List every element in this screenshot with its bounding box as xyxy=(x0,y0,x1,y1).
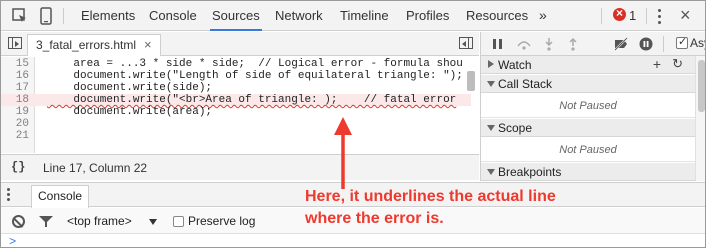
code-line[interactable]: 16 document.write("Length of side of equ… xyxy=(1,70,471,82)
refresh-watch-icon[interactable]: ↻ xyxy=(672,55,683,73)
code-text: document.write("Length of side of equila… xyxy=(47,70,463,82)
scrollbar-thumb[interactable] xyxy=(698,60,705,112)
line-number[interactable]: 20 xyxy=(1,118,29,130)
debugger-scrollbar[interactable] xyxy=(695,56,705,181)
preserve-log-label: Preserve log xyxy=(188,214,256,228)
editor-scrollbar[interactable] xyxy=(467,71,475,91)
editor-tab-bar: 3_fatal_errors.html × xyxy=(1,32,479,56)
debugger-sidebar: Async Watch + ↻ Call Stack Not Paused Sc… xyxy=(480,32,705,181)
call-stack-status: Not Paused xyxy=(481,94,695,118)
dropdown-arrow-icon[interactable] xyxy=(149,219,157,225)
section-label: Breakpoints xyxy=(498,165,562,179)
expand-triangle-icon xyxy=(487,81,495,87)
error-icon[interactable] xyxy=(613,6,626,21)
frame-select[interactable]: <top frame> xyxy=(67,214,132,228)
preserve-log-checkbox[interactable] xyxy=(173,216,184,227)
line-number[interactable]: 18 xyxy=(1,94,29,106)
expand-triangle-icon xyxy=(487,169,495,175)
main-toolbar: Elements Console Sources Network Timelin… xyxy=(1,1,705,31)
tab-console[interactable]: Console xyxy=(147,1,199,30)
tab-network[interactable]: Network xyxy=(273,1,325,30)
section-watch[interactable]: Watch + ↻ xyxy=(481,56,695,74)
pretty-print-icon[interactable]: {} xyxy=(11,160,25,174)
code-line[interactable]: 21 xyxy=(1,130,471,142)
toolbar-divider xyxy=(663,36,664,52)
close-file-icon[interactable]: × xyxy=(144,37,152,52)
async-label: Async xyxy=(690,36,705,50)
drawer-menu-icon[interactable] xyxy=(7,188,11,202)
expand-triangle-icon xyxy=(487,125,495,131)
error-count[interactable]: 1 xyxy=(629,1,636,30)
section-breakpoints[interactable]: Breakpoints xyxy=(481,163,695,181)
expand-triangle-icon xyxy=(488,60,494,68)
line-number[interactable]: 21 xyxy=(1,130,29,142)
step-over-icon[interactable] xyxy=(516,36,532,52)
section-label: Watch xyxy=(498,58,532,72)
code-editor[interactable]: 15 area = ...3 * side * side; // Logical… xyxy=(1,57,479,153)
toolbar-divider xyxy=(646,8,647,24)
tab-elements[interactable]: Elements xyxy=(79,1,137,30)
cursor-position: Line 17, Column 22 xyxy=(43,161,148,175)
tab-sources[interactable]: Sources xyxy=(210,1,262,31)
section-label: Scope xyxy=(498,121,533,135)
file-tab-label: 3_fatal_errors.html xyxy=(36,38,137,52)
code-line[interactable]: 15 area = ...3 * side * side; // Logical… xyxy=(1,58,471,70)
step-into-icon[interactable] xyxy=(541,36,557,52)
line-number[interactable]: 15 xyxy=(1,58,29,70)
toolbar-divider xyxy=(601,8,602,24)
pause-icon[interactable] xyxy=(490,36,506,52)
filter-icon[interactable] xyxy=(39,216,53,227)
tab-resources[interactable]: Resources xyxy=(464,1,530,30)
error-code-line[interactable]: 18 document.write("<br>Area of triangle:… xyxy=(1,94,471,106)
editor-status-bar: {} Line 17, Column 22 xyxy=(1,154,479,180)
toggle-debugger-icon[interactable] xyxy=(459,37,473,49)
debugger-controls: Async xyxy=(481,32,705,56)
code-text: area = ...3 * side * side; // Logical er… xyxy=(47,58,463,70)
annotation-text: Here, it underlines the actual line wher… xyxy=(305,188,556,227)
code-text: document.write(area); xyxy=(47,106,213,118)
section-call-stack[interactable]: Call Stack xyxy=(481,75,695,93)
step-out-icon[interactable] xyxy=(565,36,581,52)
scope-status: Not Paused xyxy=(481,138,695,162)
toolbar-divider xyxy=(63,8,64,24)
file-tab[interactable]: 3_fatal_errors.html × xyxy=(27,34,161,56)
more-tabs-chevron-icon[interactable]: » xyxy=(539,1,547,30)
deactivate-breakpoints-icon[interactable] xyxy=(613,36,629,52)
line-number[interactable]: 17 xyxy=(1,82,29,94)
code-line[interactable]: 19 document.write(area); xyxy=(1,106,471,118)
tab-timeline[interactable]: Timeline xyxy=(338,1,391,30)
line-number[interactable]: 19 xyxy=(1,106,29,118)
toggle-navigator-icon[interactable] xyxy=(8,37,22,49)
clear-console-icon[interactable] xyxy=(12,215,25,228)
async-checkbox[interactable] xyxy=(676,35,688,49)
device-mode-icon[interactable] xyxy=(37,7,55,25)
drawer-tab-console[interactable]: Console xyxy=(31,185,90,208)
code-text: document.write(side); xyxy=(47,82,213,94)
code-text: document.write("<br>Area of triangle: );… xyxy=(47,94,457,106)
code-line[interactable]: 20 xyxy=(1,118,471,130)
code-line[interactable]: 17 document.write(side); xyxy=(1,82,471,94)
customize-menu-icon[interactable] xyxy=(656,7,662,25)
devtools-window: Elements Console Sources Network Timelin… xyxy=(0,0,706,248)
inspect-element-icon[interactable] xyxy=(11,7,29,25)
add-watch-icon[interactable]: + xyxy=(653,55,661,73)
close-devtools-icon[interactable]: × xyxy=(680,4,691,26)
annotation-arrow xyxy=(334,117,352,189)
section-label: Call Stack xyxy=(498,77,553,91)
pause-on-exceptions-icon[interactable] xyxy=(638,36,654,52)
line-number[interactable]: 16 xyxy=(1,70,29,82)
tab-profiles[interactable]: Profiles xyxy=(404,1,451,30)
section-scope[interactable]: Scope xyxy=(481,119,695,137)
console-prompt[interactable]: > xyxy=(9,235,16,247)
